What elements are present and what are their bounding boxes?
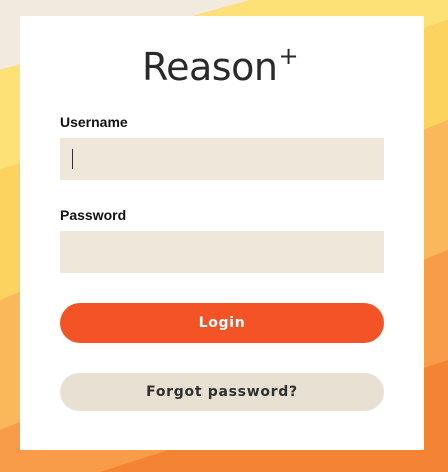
username-input[interactable] — [60, 138, 384, 180]
username-label: Username — [60, 114, 128, 130]
brand-plus-sign: + — [278, 42, 299, 70]
password-label: Password — [60, 207, 127, 223]
login-button[interactable]: Login — [60, 303, 384, 343]
text-cursor — [72, 149, 73, 169]
brand-logo: Reason+ — [0, 44, 440, 89]
brand-name: Reason — [141, 45, 278, 89]
password-input[interactable] — [60, 231, 384, 273]
forgot-password-button[interactable]: Forgot password? — [60, 373, 384, 411]
